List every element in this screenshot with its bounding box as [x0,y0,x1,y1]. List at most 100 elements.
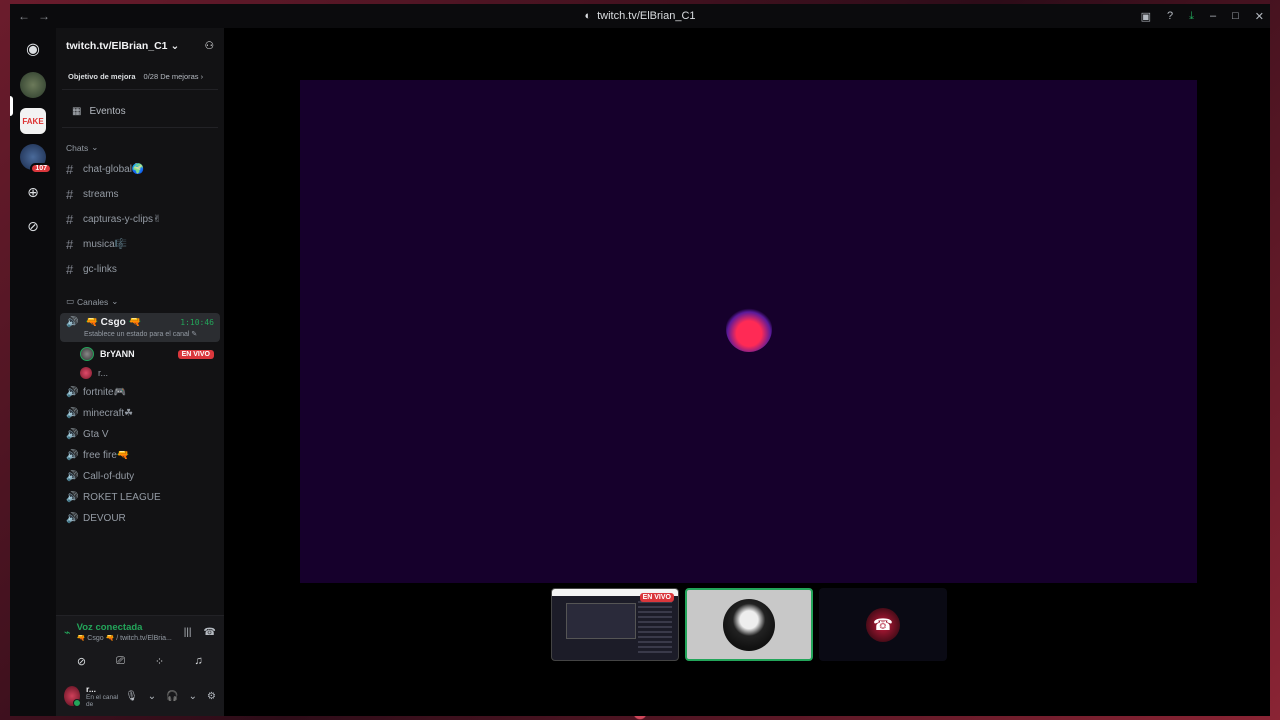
server-icon-fake[interactable]: FAKE [20,108,46,134]
boost-label: Objetivo de mejora [68,72,136,81]
speaker-icon: 🔊 [66,471,79,482]
stream-preview [566,603,636,639]
voice-channel-gta[interactable]: 🔊 Gta V [56,424,224,445]
call-thumbnail[interactable]: ☎ [819,588,947,661]
voice-channel-csgo[interactable]: 🔊 🔫 Csgo 🔫 1:10:46 Establece un estado p… [60,313,220,342]
signal-icon[interactable]: ⌁ [64,626,71,639]
channel-streams[interactable]: # streams [56,182,224,207]
headphones-icon[interactable]: 🎧 [166,691,178,702]
screen-share-icon[interactable]: ⎚ [106,652,136,670]
mention-badge: 107 [30,163,52,174]
channel-chat-global[interactable]: # chat-global🌍 [56,157,224,182]
camera-off-icon[interactable]: ⊘ [67,652,97,670]
back-arrow-icon[interactable]: ← [18,9,30,23]
forward-arrow-icon[interactable]: → [38,9,50,23]
active-server-indicator [10,96,13,116]
participant-strip: EN VIVO ☎ [551,588,947,661]
channel-musica[interactable]: # musica🎼 [56,232,224,257]
noise-suppression-icon[interactable]: ||| [184,627,192,638]
voice-panel: ⌁ Voz conectada 🔫 Csgo 🔫 / twitch.tv/ElB… [56,615,224,716]
avatar[interactable] [64,686,82,707]
discord-window: ← → ◐ twitch.tv/ElBrian_C1 ▣ ? ⤓ – □ ✕ ◉… [10,4,1270,716]
chevron-down-icon[interactable]: ⌄ [148,691,156,702]
voice-channel-minecraft[interactable]: 🔊 minecraft☘ [56,403,224,424]
speaker-icon: 🔊 [66,450,79,461]
server-header[interactable]: twitch.tv/ElBrian_C1 ⌄ ⚇ [56,28,224,64]
focused-video-tile[interactable] [300,80,1197,583]
voice-member[interactable]: r... [56,364,224,382]
voice-member[interactable]: BrYANN EN VIVO [56,344,224,364]
speaker-icon: 🔊 [66,492,79,503]
server-icon-crown[interactable]: 107 [20,144,52,174]
voice-channel-path[interactable]: 🔫 Csgo 🔫 / twitch.tv/ElBria... [77,634,172,642]
user-status: En el canal de [86,694,119,708]
disconnect-icon[interactable]: ☎ [204,627,216,638]
phone-icon: ☎ [866,607,900,642]
explore-icon[interactable]: ⊘ [21,214,45,238]
discord-home-icon[interactable]: ◉ [20,36,46,62]
user-thumbnail[interactable] [685,588,813,661]
channel-sidebar: twitch.tv/ElBrian_C1 ⌄ ⚇ Objetivo de mej… [56,28,224,716]
voice-channel-devour[interactable]: 🔊 DEVOUR [56,508,224,529]
boost-goal[interactable]: Objetivo de mejora 0/28 De mejoras › [62,68,218,90]
server-icon: ◐ [584,10,592,22]
hash-icon: # [66,187,74,202]
microphone-icon[interactable]: 🎙 [125,691,138,702]
invite-icon[interactable]: ⚇ [205,40,214,52]
speaker-icon: 🔊 [66,317,79,328]
server-icon-twitch[interactable] [20,72,46,98]
voice-channel-rocket[interactable]: 🔊 ROKET LEAGUE [56,487,224,508]
stream-thumbnail[interactable]: EN VIVO [551,588,679,661]
hash-icon: # [66,237,74,252]
close-button[interactable]: ✕ [1255,10,1264,23]
add-server-icon[interactable]: ⊕ [21,180,45,204]
download-icon[interactable]: ⤓ [1189,10,1194,23]
channel-gc-links[interactable]: # gc-links [56,257,224,282]
title-bar: ← → ◐ twitch.tv/ElBrian_C1 ▣ ? ⤓ – □ ✕ [10,4,1270,28]
channel-capturas[interactable]: # capturas-y-clips✌ [56,207,224,232]
hash-icon: # [66,162,74,177]
activities-icon[interactable]: ⁘ [145,652,175,670]
user-panel: r... En el canal de 🎙 ⌄ 🎧 ⌄ ⚙ [56,678,224,716]
window-title: twitch.tv/ElBrian_C1 [597,10,696,22]
voice-channel-cod[interactable]: 🔊 Call-of-duty [56,466,224,487]
hash-icon: # [66,212,74,227]
voice-connected-label[interactable]: Voz conectada [77,622,172,633]
avatar [80,367,92,379]
live-badge[interactable]: EN VIVO [177,349,214,359]
username: r... [86,684,96,694]
chevron-down-icon: ⌄ [111,296,119,306]
chevron-down-icon[interactable]: ⌄ [189,691,197,702]
voice-timer: 1:10:46 [180,318,214,327]
soundboard-icon[interactable]: ♫ [184,652,214,670]
participant-avatar [725,305,772,352]
help-icon[interactable]: ? [1167,10,1173,22]
hash-icon: # [66,262,74,277]
speaker-icon: 🔊 [66,513,79,524]
settings-gear-icon[interactable]: ⚙ [207,691,216,702]
voice-channel-fortnite[interactable]: 🔊 fortnite🎮 [56,382,224,403]
category-chats[interactable]: Chats ⌄ [56,128,224,157]
server-rail: ◉ FAKE 107 ⊕ ⊘ [10,28,56,716]
avatar [723,598,775,651]
server-name: twitch.tv/ElBrian_C1 ⌄ [66,40,180,52]
events-item[interactable]: ▦ Eventos [62,94,218,128]
voice-category-icon: ▭ [66,296,75,306]
voice-channel-freefire[interactable]: 🔊 free fire🔫 [56,445,224,466]
calendar-icon: ▦ [72,106,82,117]
minimize-button[interactable]: – [1210,10,1216,22]
speaker-icon: 🔊 [66,408,79,419]
channel-status[interactable]: Establece un estado para el canal ✎ [66,330,214,338]
stream-chat-preview [638,601,672,655]
voice-stage: EN VIVO ☎ [224,28,1270,716]
chevron-down-icon: ⌄ [91,142,99,152]
boost-progress: 0/28 De mejoras › [143,72,204,81]
category-canales[interactable]: ▭ Canales ⌄ [56,282,224,311]
avatar [80,347,94,361]
maximize-button[interactable]: □ [1232,10,1239,22]
events-label: Eventos [89,106,126,117]
live-badge: EN VIVO [639,593,674,602]
speaker-icon: 🔊 [66,429,79,440]
speaker-icon: 🔊 [66,387,79,398]
inbox-icon[interactable]: ▣ [1141,10,1151,23]
